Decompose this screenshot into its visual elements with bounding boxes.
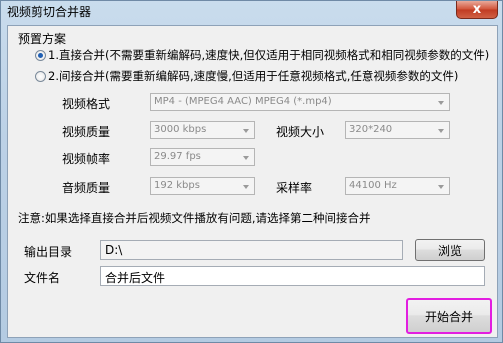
video-format-value: MP4 - (MPEG4 AAC) MPEG4 (*.mp4) bbox=[154, 96, 332, 107]
window-title: 视频剪切合并器 bbox=[7, 5, 92, 19]
chevron-down-icon bbox=[243, 129, 249, 133]
audio-quality-label: 音频质量 bbox=[62, 181, 111, 195]
video-quality-select[interactable]: 3000 kbps bbox=[150, 121, 255, 139]
video-size-select[interactable]: 320*240 bbox=[345, 121, 450, 139]
frame-rate-label: 视频帧率 bbox=[62, 152, 111, 166]
browse-button[interactable]: 浏览 bbox=[415, 239, 485, 261]
output-dir-field[interactable]: D:\ bbox=[100, 240, 403, 260]
chevron-down-icon bbox=[438, 185, 444, 189]
audio-quality-select[interactable]: 192 kbps bbox=[150, 177, 255, 195]
browse-label: 浏览 bbox=[437, 243, 462, 258]
output-dir-label: 输出目录 bbox=[24, 245, 73, 259]
start-merge-button[interactable]: 开始合并 bbox=[406, 298, 492, 334]
option1-radio[interactable] bbox=[35, 50, 46, 61]
option2-radio[interactable] bbox=[35, 71, 46, 82]
chevron-down-icon bbox=[243, 156, 249, 160]
start-merge-label: 开始合并 bbox=[424, 309, 473, 324]
merge-note: 注意:如果选择直接合并后视频文件播放有问题,请选择第二种间接合并 bbox=[18, 211, 371, 225]
frame-rate-value: 29.97 fps bbox=[154, 151, 201, 162]
option2-label[interactable]: 2.间接合并(需要重新编解码,速度慢,但适用于任意视频格式,任意视频参数的文件) bbox=[48, 68, 458, 84]
video-size-label: 视频大小 bbox=[276, 125, 325, 139]
frame-rate-select[interactable]: 29.97 fps bbox=[150, 148, 255, 166]
client-area: 预置方案 1.直接合并(不需要重新编解码,速度快,但仅适用于相同视频格式和相同视… bbox=[7, 25, 498, 338]
chevron-down-icon bbox=[438, 129, 444, 133]
close-icon: x bbox=[472, 2, 482, 17]
chevron-down-icon bbox=[243, 185, 249, 189]
filename-field[interactable]: 合并后文件 bbox=[100, 266, 485, 286]
sample-rate-label: 采样率 bbox=[276, 181, 313, 195]
sample-rate-value: 44100 Hz bbox=[349, 180, 397, 191]
video-format-select[interactable]: MP4 - (MPEG4 AAC) MPEG4 (*.mp4) bbox=[150, 93, 450, 111]
option1-label[interactable]: 1.直接合并(不需要重新编解码,速度快,但仅适用于相同视频格式和相同视频参数的文… bbox=[48, 47, 489, 63]
sample-rate-select[interactable]: 44100 Hz bbox=[345, 177, 450, 195]
title-bar[interactable]: 视频剪切合并器 x bbox=[1, 1, 502, 25]
filename-value: 合并后文件 bbox=[105, 271, 166, 285]
output-dir-value: D:\ bbox=[105, 243, 123, 257]
app-window: 视频剪切合并器 x 预置方案 1.直接合并(不需要重新编解码,速度快,但仅适用于… bbox=[0, 0, 503, 343]
video-quality-value: 3000 kbps bbox=[154, 124, 207, 135]
video-quality-label: 视频质量 bbox=[62, 125, 111, 139]
audio-quality-value: 192 kbps bbox=[154, 180, 200, 191]
chevron-down-icon bbox=[438, 101, 444, 105]
filename-label: 文件名 bbox=[24, 271, 61, 285]
video-size-value: 320*240 bbox=[349, 124, 393, 135]
video-format-label: 视频格式 bbox=[62, 97, 111, 111]
close-button[interactable]: x bbox=[456, 1, 498, 19]
preset-group-title: 预置方案 bbox=[18, 32, 67, 46]
